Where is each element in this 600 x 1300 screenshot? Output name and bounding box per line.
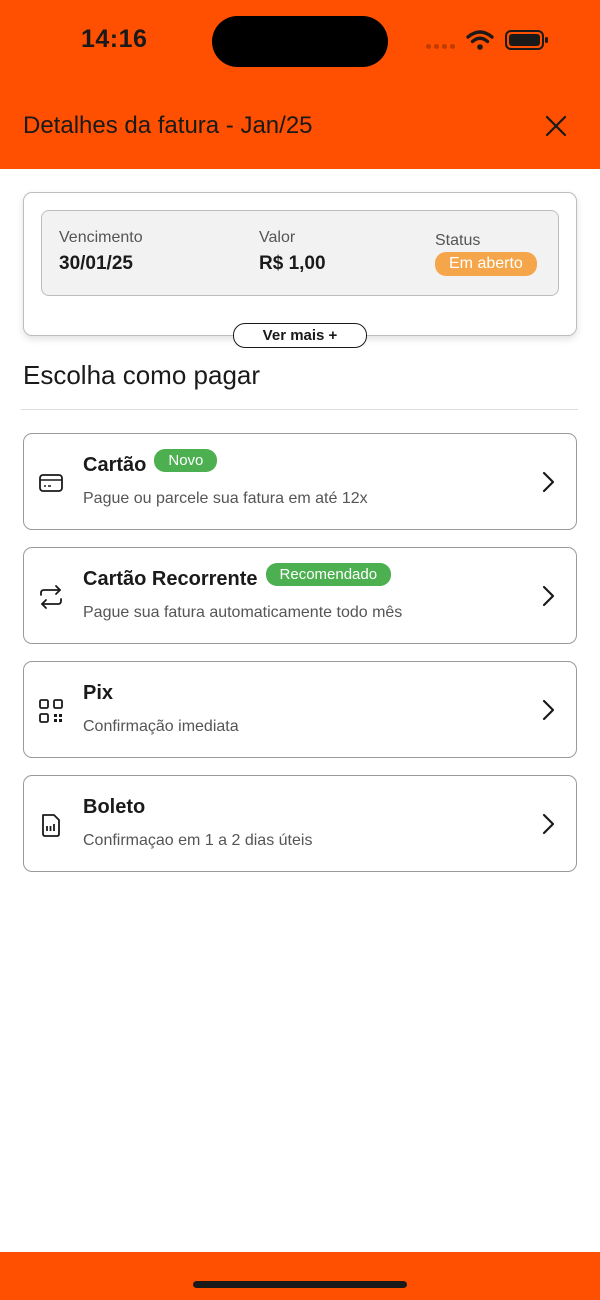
close-icon — [545, 115, 567, 137]
battery-icon — [505, 30, 548, 50]
due-date-value: 30/01/25 — [59, 253, 133, 274]
option-description: Confirmação imediata — [83, 718, 239, 735]
qr-code-icon — [39, 699, 63, 723]
bottom-bar — [0, 1252, 600, 1300]
chevron-right-icon — [542, 585, 555, 607]
option-title: Cartão Recorrente — [83, 568, 258, 590]
payment-option-card[interactable]: Cartão Novo Pague ou parcele sua fatura … — [23, 433, 577, 530]
due-date-label: Vencimento — [59, 229, 143, 246]
wifi-icon — [466, 30, 494, 50]
see-more-button[interactable]: Ver mais + — [233, 323, 367, 348]
option-title: Pix — [83, 682, 114, 704]
option-title-row: Cartão Novo — [83, 449, 218, 477]
page-title: Detalhes da fatura - Jan/25 — [23, 112, 313, 139]
option-title: Boleto — [83, 796, 146, 818]
cellular-signal-icon — [426, 44, 455, 49]
dynamic-island — [212, 16, 388, 67]
status-time: 14:16 — [81, 25, 148, 53]
invoice-summary-details: Vencimento 30/01/25 Valor R$ 1,00 Status… — [41, 210, 559, 296]
option-title-row: Pix — [83, 682, 113, 705]
status-column: Status Em aberto — [435, 232, 537, 276]
recurring-icon — [40, 585, 62, 609]
payment-option-recurring-card[interactable]: Cartão Recorrente Recomendado Pague sua … — [23, 547, 577, 644]
status-badge: Em aberto — [435, 252, 537, 276]
home-indicator[interactable] — [193, 1281, 407, 1288]
option-title: Cartão — [83, 454, 147, 476]
chevron-right-icon — [542, 699, 555, 721]
option-description: Pague sua fatura automaticamente todo mê… — [83, 604, 403, 621]
invoice-summary-card: Vencimento 30/01/25 Valor R$ 1,00 Status… — [23, 192, 577, 336]
due-date-column: Vencimento 30/01/25 — [59, 229, 143, 275]
section-title: Escolha como pagar — [23, 360, 261, 390]
chevron-right-icon — [542, 471, 555, 493]
status-label: Status — [435, 232, 481, 249]
option-description: Pague ou parcele sua fatura em até 12x — [83, 490, 368, 507]
app-header: 14:16 Detalhes da fatura - Jan/25 — [0, 0, 600, 169]
credit-card-icon — [39, 474, 63, 492]
option-description: Confirmaçao em 1 a 2 dias úteis — [83, 832, 313, 849]
chevron-right-icon — [542, 813, 555, 835]
amount-label: Valor — [259, 229, 296, 246]
close-button[interactable] — [540, 110, 572, 142]
amount-value: R$ 1,00 — [259, 253, 326, 274]
amount-column: Valor R$ 1,00 — [259, 229, 326, 275]
barcode-document-icon — [42, 814, 60, 837]
section-divider — [21, 409, 578, 410]
payment-option-pix[interactable]: Pix Confirmação imediata — [23, 661, 577, 758]
recommended-badge: Recomendado — [265, 563, 392, 586]
option-title-row: Boleto — [83, 796, 145, 819]
payment-option-boleto[interactable]: Boleto Confirmaçao em 1 a 2 dias úteis — [23, 775, 577, 872]
new-badge: Novo — [154, 449, 218, 472]
option-title-row: Cartão Recorrente Recomendado — [83, 563, 392, 591]
